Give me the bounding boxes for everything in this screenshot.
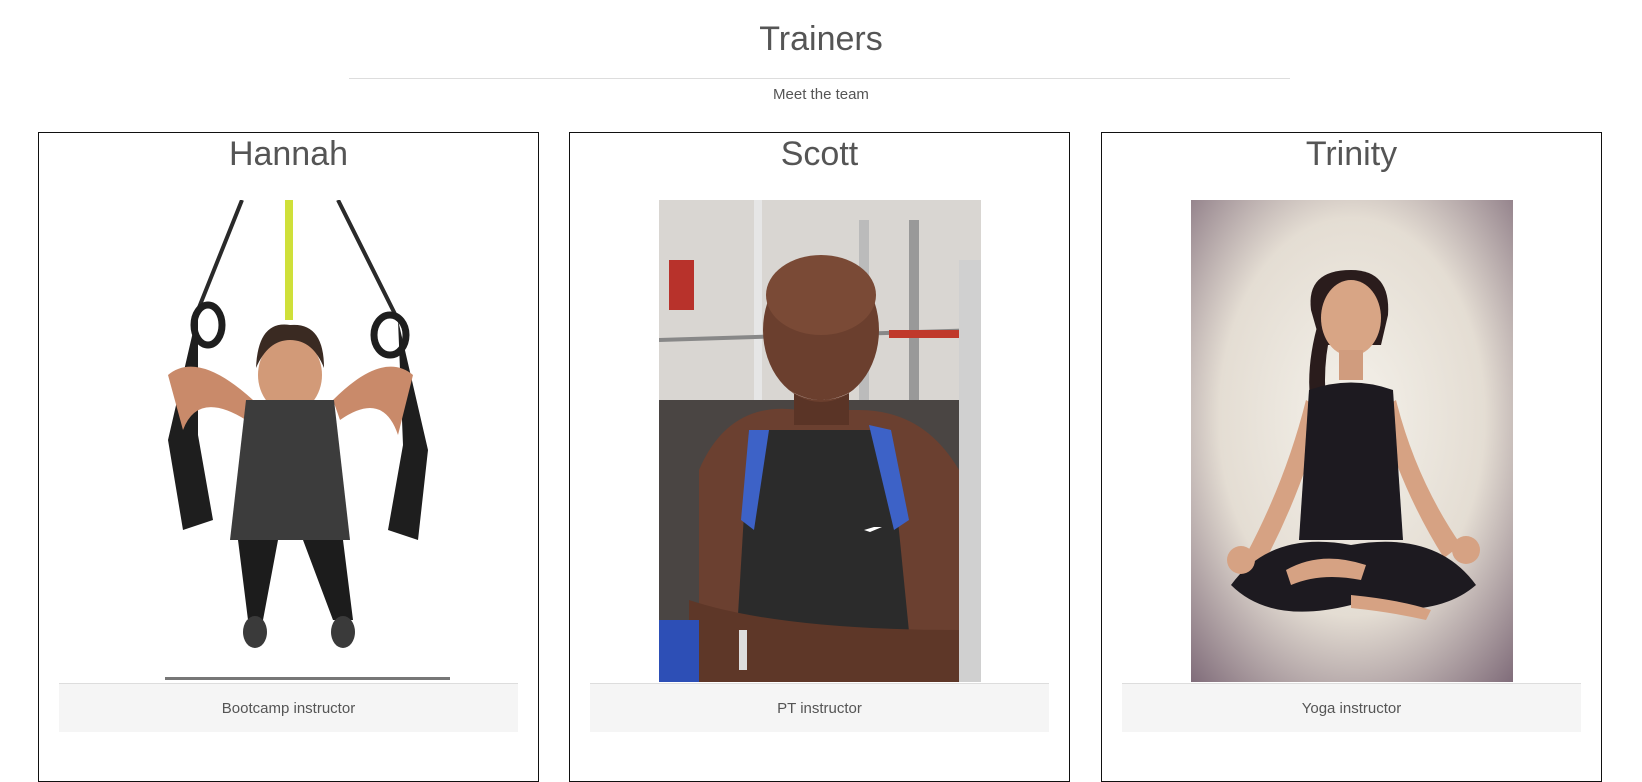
trainer-role: PT instructor xyxy=(590,683,1049,732)
page-subtitle: Meet the team xyxy=(773,86,869,103)
trainer-photo-scott xyxy=(659,200,981,682)
trainer-name: Hannah xyxy=(228,135,349,173)
trainer-photo-hannah xyxy=(128,200,450,682)
title-divider xyxy=(349,78,1290,79)
trainer-name: Trinity xyxy=(1305,135,1398,173)
trainer-card-hannah[interactable]: Hannah Bootcamp instructor xyxy=(38,132,539,782)
trainer-card-trinity[interactable]: Trinity Yoga instructor xyxy=(1101,132,1602,782)
trainer-role: Yoga instructor xyxy=(1122,683,1581,732)
trainer-name: Scott xyxy=(780,135,859,173)
page-title: Trainers xyxy=(759,20,883,58)
trainer-photo-trinity xyxy=(1191,200,1513,682)
trainer-role: Bootcamp instructor xyxy=(59,683,518,732)
trainer-card-scott[interactable]: Scott PT instructor xyxy=(569,132,1070,782)
